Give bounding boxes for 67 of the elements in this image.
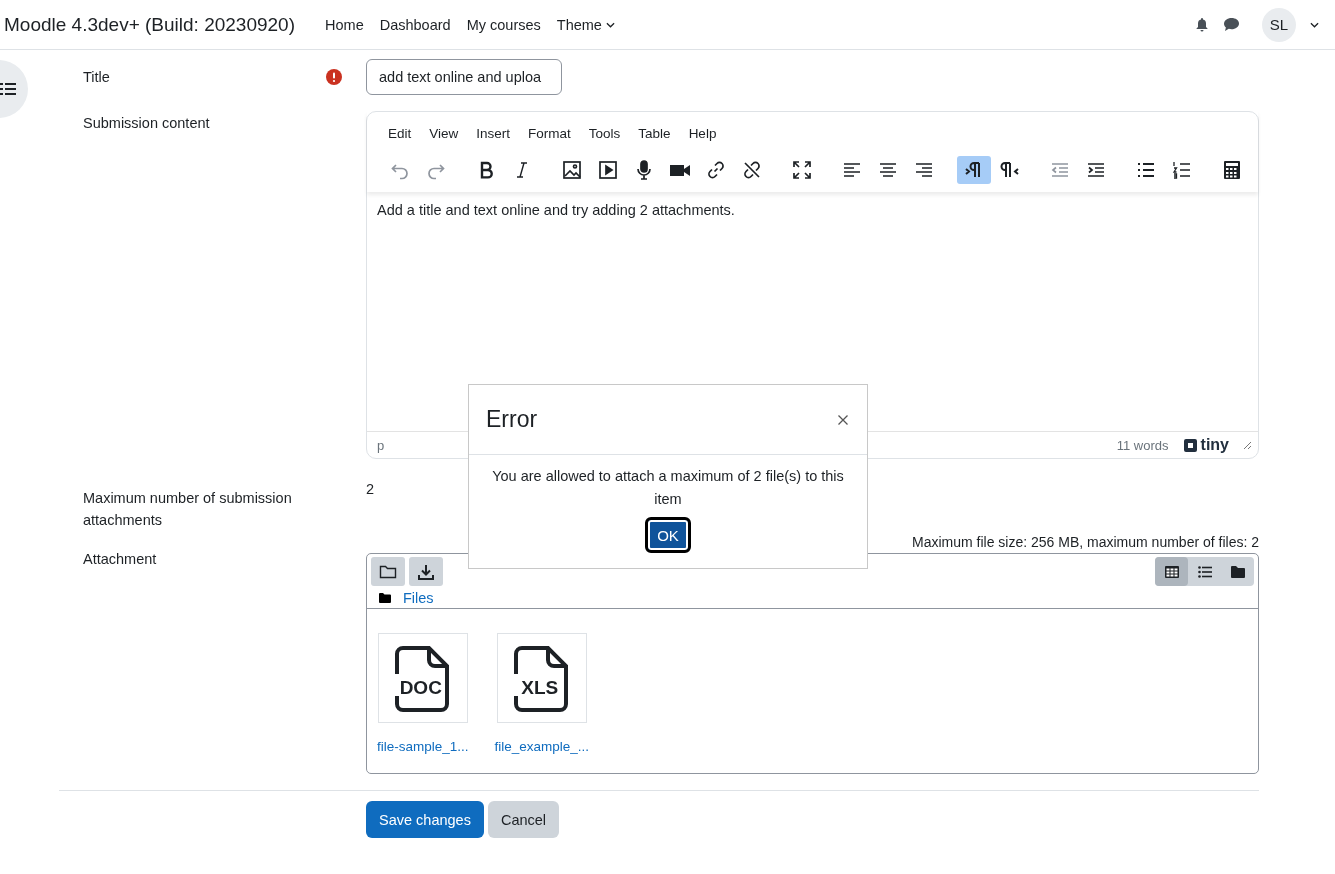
logo-mark-icon (1182, 437, 1198, 453)
menu-item[interactable]: Edit (379, 126, 421, 141)
element-path[interactable]: p (377, 437, 385, 453)
field-label: Maximum number of submission attachments (83, 489, 293, 530)
media-icon (598, 160, 618, 180)
field-label: Title (83, 69, 110, 85)
align-left-icon (842, 160, 862, 180)
align-right-icon (914, 160, 934, 180)
link-icon (706, 160, 726, 180)
nav-link[interactable]: My courses (466, 16, 541, 33)
dialog-title: Error (486, 406, 538, 433)
save-button[interactable]: Save changes (366, 801, 484, 838)
resize-handle-icon[interactable] (1243, 440, 1252, 450)
nav-link[interactable]: Theme (556, 16, 615, 33)
list-icon (1196, 563, 1213, 580)
title-input[interactable]: add text online and uploa (366, 59, 562, 95)
image-icon (562, 160, 582, 180)
ltr-button[interactable] (957, 156, 991, 184)
download-icon (417, 563, 435, 580)
outdent-icon (1050, 160, 1070, 180)
unlink-icon (742, 160, 762, 180)
microphone-icon (634, 160, 654, 180)
dialog-message: You are allowed to attach a maximum of 2 file(s) to this item (491, 467, 845, 509)
site-name[interactable]: Moodle 4.3dev+ (Build: 20230920) (4, 13, 295, 36)
folder-icon (379, 593, 391, 603)
grid-icon (1163, 563, 1180, 580)
menu-item[interactable]: View (420, 126, 468, 141)
grid-view-button[interactable] (1155, 557, 1188, 586)
folder-icon (379, 563, 397, 580)
file-name-link[interactable]: file-sample_1... (377, 739, 469, 754)
align-center-icon (878, 160, 898, 180)
download-button[interactable] (409, 557, 443, 586)
cancel-button[interactable]: Cancel (487, 801, 560, 838)
fullscreen-icon (792, 160, 812, 180)
field-value: 2 (366, 481, 375, 497)
bullet-list-icon (1136, 160, 1156, 180)
close-icon[interactable] (837, 413, 849, 426)
menu-item[interactable]: Tools (579, 126, 630, 141)
nav-link[interactable]: Dashboard (379, 16, 451, 33)
menu-item[interactable]: Help (679, 126, 726, 141)
file-name-link[interactable]: file_example_... (494, 739, 590, 754)
tiny-logo[interactable]: tiny (1182, 436, 1229, 454)
ok-button[interactable]: OK (645, 517, 691, 553)
editor-content[interactable]: Add a title and text online and try adding 2 attachments. (377, 202, 1248, 218)
notification-bell-icon[interactable] (1195, 17, 1209, 32)
field-label: Attachment (83, 551, 157, 567)
caret-icon[interactable] (1310, 21, 1319, 28)
add-file-button[interactable] (371, 557, 405, 586)
user-avatar[interactable]: SL (1262, 7, 1296, 42)
field-label: Submission content (83, 115, 210, 131)
numbered-list-icon (1172, 160, 1192, 180)
rtl-icon (1000, 160, 1020, 180)
breadcrumb-link[interactable]: Files (403, 590, 434, 606)
file-thumbnail[interactable]: XLS (496, 633, 587, 723)
file-icon (511, 646, 568, 712)
calculator-icon (1222, 160, 1242, 180)
indent-icon (1086, 160, 1106, 180)
menu-item[interactable]: Insert (467, 126, 520, 141)
menu-item[interactable]: Format (519, 126, 580, 141)
file-icon (392, 646, 449, 712)
menu-icon (0, 83, 16, 95)
chat-bubble-icon[interactable] (1223, 17, 1240, 32)
word-count[interactable]: 11 words (1116, 437, 1169, 453)
file-limits-text: Maximum file size: 256 MB, maximum number of files: 2 (912, 534, 1259, 550)
file-thumbnail[interactable]: DOC (377, 633, 468, 723)
nav-link[interactable]: Home (325, 16, 364, 33)
menu-item[interactable]: Table (629, 126, 680, 141)
